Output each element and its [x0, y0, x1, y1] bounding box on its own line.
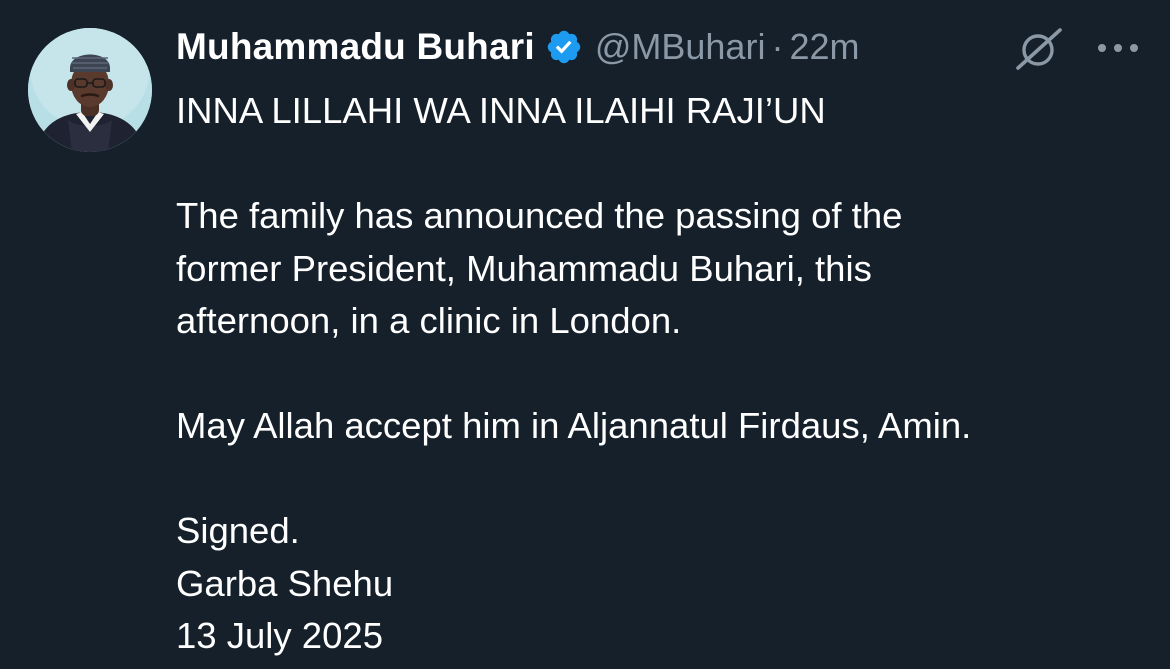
signature-name: Garba Shehu: [176, 562, 394, 604]
paragraph-break: [176, 138, 1156, 191]
tweet-line: former President, Muhammadu Buhari, this: [176, 247, 872, 289]
signature-line: Signed.: [176, 510, 300, 551]
tweet-text: INNA LILLAHI WA INNA ILAIHI RAJI’UN The …: [176, 85, 1156, 663]
tweet-line: INNA LILLAHI WA INNA ILAIHI RAJI’UN: [176, 90, 826, 131]
separator-dot: ·: [771, 26, 784, 67]
tweet-line: The family has announced the passing of …: [176, 195, 903, 236]
tweet-timestamp[interactable]: 22m: [789, 26, 859, 68]
grok-icon[interactable]: [1014, 26, 1064, 72]
more-options-icon[interactable]: [1094, 34, 1142, 62]
paragraph-break: [176, 453, 1156, 506]
verified-badge-icon[interactable]: [545, 28, 583, 66]
tweet-header: Muhammadu Buhari @MBuhari · 22m: [176, 22, 859, 72]
signature-date: 13 July 2025: [176, 615, 383, 656]
paragraph-break: [176, 348, 1156, 401]
tweet-line: afternoon, in a clinic in London.: [176, 300, 682, 341]
avatar[interactable]: [28, 28, 152, 152]
tweet[interactable]: Muhammadu Buhari @MBuhari · 22m INNA LIL…: [0, 0, 1170, 669]
author-handle[interactable]: @MBuhari: [595, 26, 766, 68]
avatar-image: [28, 28, 152, 152]
tweet-line: May Allah accept him in Aljannatul Firda…: [176, 405, 972, 446]
display-name[interactable]: Muhammadu Buhari: [176, 26, 535, 68]
